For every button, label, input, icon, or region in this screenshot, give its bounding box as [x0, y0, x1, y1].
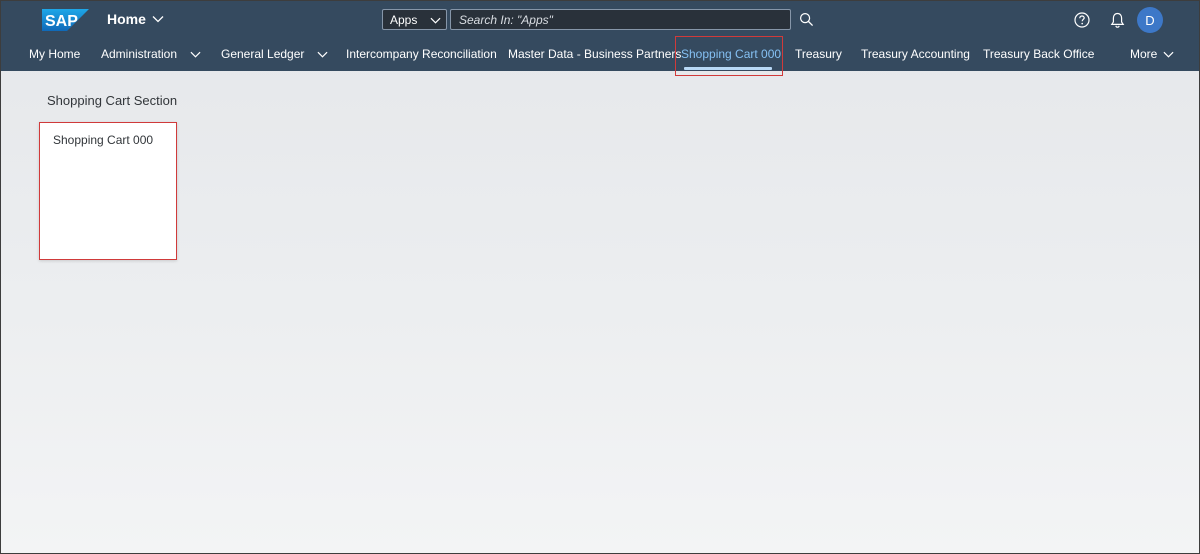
sap-logo-text: SAP — [45, 13, 78, 30]
nav-item-intercompany-reconciliation[interactable]: Intercompany Reconciliation — [346, 37, 497, 71]
nav-item-treasury[interactable]: Treasury — [795, 37, 842, 71]
nav-item-label: More — [1130, 46, 1158, 61]
search-input[interactable] — [450, 9, 791, 30]
chevron-down-icon — [1163, 51, 1174, 58]
help-icon[interactable] — [1074, 12, 1090, 28]
avatar-initial: D — [1145, 12, 1155, 28]
nav-item-shopping-cart-000[interactable]: Shopping Cart 000 — [681, 37, 781, 71]
nav-item-label: Treasury — [795, 46, 842, 61]
nav-item-more[interactable]: More — [1130, 37, 1174, 71]
chevron-down-icon — [430, 17, 441, 24]
tile-title: Shopping Cart 000 — [53, 133, 154, 147]
nav-item-label: Shopping Cart 000 — [681, 46, 782, 61]
nav-item-label: Intercompany Reconciliation — [346, 46, 497, 61]
shell-top-bar: SAP Home Apps Search In: "Apps" D — [1, 1, 1199, 37]
shell-header: SAP Home Apps Search In: "Apps" D My Hom… — [1, 1, 1199, 71]
nav-item-master-data-business-partners[interactable]: Master Data - Business Partners — [508, 37, 681, 71]
nav-item-label: Master Data - Business Partners — [508, 46, 682, 61]
section-title: Shopping Cart Section — [47, 93, 178, 108]
nav-item-label: Treasury Back Office — [983, 46, 1095, 61]
nav-item-label: Administration — [101, 46, 178, 61]
user-avatar[interactable]: D — [1137, 7, 1163, 33]
chevron-down-icon — [152, 16, 164, 23]
nav-item-treasury-accounting[interactable]: Treasury Accounting — [861, 37, 970, 71]
space-navigation-bar: My Home Administration General Ledger In… — [1, 37, 1199, 71]
nav-item-administration[interactable]: Administration — [101, 37, 201, 71]
nav-item-label: Treasury Accounting — [861, 46, 970, 61]
nav-item-general-ledger[interactable]: General Ledger — [221, 37, 328, 71]
search-scope-value: Apps — [390, 12, 418, 27]
sap-logo[interactable]: SAP — [42, 9, 89, 31]
notifications-icon[interactable] — [1110, 12, 1125, 28]
shopping-cart-tile[interactable]: Shopping Cart 000 — [39, 122, 177, 260]
nav-item-label: My Home — [29, 46, 81, 61]
home-menu-button[interactable]: Home — [107, 11, 164, 27]
nav-item-treasury-back-office[interactable]: Treasury Back Office — [983, 37, 1094, 71]
launchpad-window: SAP Home Apps Search In: "Apps" D My Hom… — [0, 0, 1200, 554]
nav-item-my-home[interactable]: My Home — [29, 37, 80, 71]
search-scope-select[interactable]: Apps — [382, 9, 447, 30]
active-tab-indicator — [684, 67, 772, 70]
search-icon[interactable] — [799, 12, 814, 27]
nav-item-label: General Ledger — [221, 46, 305, 61]
chevron-down-icon — [317, 51, 328, 58]
home-title-label: Home — [107, 11, 146, 27]
chevron-down-icon — [190, 51, 201, 58]
